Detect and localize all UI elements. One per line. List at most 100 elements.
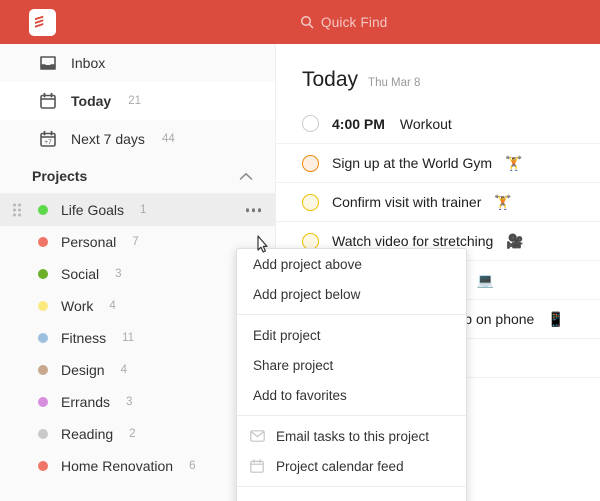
- task-row[interactable]: 4:00 PM Workout: [276, 104, 600, 143]
- project-item[interactable]: Reading 2: [0, 418, 275, 450]
- project-item[interactable]: Personal 7: [0, 226, 275, 258]
- task-emoji: 🏋: [494, 193, 512, 210]
- project-color-dot: [38, 461, 48, 471]
- menu-item-label: Email tasks to this project: [276, 428, 430, 444]
- project-item[interactable]: Design 4: [0, 354, 275, 386]
- page-title: Today Thu Mar 8: [276, 44, 600, 104]
- project-list: Life Goals 1 Personal 7 Social 3 Work 4 Fitness 1…: [0, 194, 275, 482]
- menu-item-label: Add project below: [253, 286, 361, 302]
- menu-separator: [237, 486, 466, 487]
- sidebar-item-today[interactable]: Today 21: [0, 82, 275, 120]
- sidebar-item-label: Next 7 days: [71, 131, 145, 147]
- project-count: 4: [109, 300, 116, 312]
- page-title-date: Thu Mar 8: [368, 77, 421, 89]
- project-color-dot: [38, 301, 48, 311]
- menu-item-label: Edit project: [253, 327, 321, 343]
- project-color-dot: [38, 269, 48, 279]
- task-checkbox[interactable]: [302, 115, 319, 132]
- calendar-plus-7-icon: +7: [38, 130, 57, 149]
- quick-find-label: Quick Find: [321, 14, 388, 30]
- sidebar-item-label: Today: [71, 93, 112, 109]
- envelope-icon: [249, 428, 265, 444]
- task-row[interactable]: Confirm visit with trainer 🏋: [276, 182, 600, 221]
- project-name: Fitness: [61, 330, 107, 346]
- sidebar-item-count: 21: [128, 95, 141, 107]
- project-item[interactable]: Work 4: [0, 290, 275, 322]
- sidebar-item-label: Inbox: [71, 55, 106, 71]
- sidebar: Inbox Today 21 +7 Next 7 days 44 Project…: [0, 44, 276, 501]
- menu-item[interactable]: Edit project: [237, 320, 466, 350]
- task-checkbox[interactable]: [302, 154, 319, 172]
- menu-item[interactable]: Project calendar feed: [237, 451, 466, 481]
- project-name: Reading: [61, 426, 114, 442]
- project-item[interactable]: Errands 3: [0, 386, 275, 418]
- project-item[interactable]: Life Goals 1: [0, 194, 275, 226]
- search-icon: [300, 15, 314, 29]
- project-name: Work: [61, 298, 94, 314]
- project-color-dot: [38, 237, 48, 247]
- project-name: Home Renovation: [61, 458, 174, 474]
- project-name: Life Goals: [61, 202, 125, 218]
- task-text: Sign up at the World Gym: [332, 155, 493, 171]
- projects-section-header[interactable]: Projects: [0, 158, 275, 194]
- project-color-dot: [38, 333, 48, 343]
- menu-item-label: Add to favorites: [253, 387, 347, 403]
- todoist-logo[interactable]: [29, 8, 56, 36]
- project-count: 1: [140, 204, 147, 216]
- menu-item[interactable]: Share project: [237, 350, 466, 380]
- mouse-cursor: [253, 234, 273, 263]
- menu-separator: [237, 415, 466, 416]
- project-count: 6: [189, 460, 196, 472]
- project-context-menu: Add project above Add project below Edit p…: [236, 248, 467, 501]
- task-text: Workout: [399, 115, 452, 132]
- task-text: Watch video for stretching: [332, 233, 494, 249]
- task-text: Confirm visit with trainer: [332, 194, 482, 210]
- project-name: Personal: [61, 234, 117, 250]
- project-count: 11: [122, 332, 135, 344]
- menu-item[interactable]: Add to favorites: [237, 380, 466, 410]
- menu-item[interactable]: Archive: [237, 492, 466, 501]
- project-count: 7: [132, 236, 139, 248]
- sidebar-item-next-7-days[interactable]: +7 Next 7 days 44: [0, 120, 275, 158]
- sidebar-item-count: 44: [161, 133, 175, 145]
- project-color-dot: [38, 365, 48, 375]
- inbox-icon: [38, 54, 57, 73]
- project-name: Design: [61, 362, 105, 378]
- quick-find-button[interactable]: Quick Find: [300, 0, 388, 44]
- task-emoji: 📱: [547, 310, 565, 327]
- task-emoji: 🏋: [505, 154, 523, 171]
- top-bar: Quick Find: [0, 0, 600, 44]
- project-color-dot: [38, 205, 48, 215]
- menu-item[interactable]: Add project below: [237, 279, 466, 309]
- project-color-dot: [38, 397, 48, 407]
- sidebar-item-inbox[interactable]: Inbox: [0, 44, 275, 82]
- todoist-logo-icon: [35, 15, 44, 28]
- task-emoji: 💻: [476, 271, 494, 288]
- project-item[interactable]: Fitness 11: [0, 322, 275, 354]
- task-emoji: 🎥: [506, 232, 524, 249]
- page-title-text: Today: [302, 68, 359, 91]
- task-checkbox[interactable]: [302, 193, 319, 211]
- calendar-icon: [249, 458, 265, 474]
- menu-item-label: Share project: [253, 357, 334, 373]
- project-item[interactable]: Social 3: [0, 258, 275, 290]
- task-checkbox[interactable]: [302, 232, 319, 250]
- project-count: 2: [129, 428, 136, 440]
- project-item[interactable]: Home Renovation 6: [0, 450, 275, 482]
- project-count: 4: [120, 364, 127, 376]
- task-row[interactable]: Sign up at the World Gym 🏋: [276, 143, 600, 182]
- chevron-up-icon[interactable]: [239, 168, 253, 184]
- menu-separator: [237, 314, 466, 315]
- project-more-options-button[interactable]: [245, 208, 261, 212]
- calendar-icon: [38, 92, 57, 111]
- project-count: 3: [115, 268, 122, 280]
- menu-item[interactable]: Email tasks to this project: [237, 421, 466, 451]
- menu-item-label: Project calendar feed: [276, 458, 404, 474]
- project-name: Errands: [61, 394, 111, 410]
- project-count: 3: [126, 396, 133, 408]
- projects-section-label: Projects: [32, 167, 88, 184]
- drag-handle[interactable]: [13, 203, 21, 217]
- project-name: Social: [61, 266, 100, 282]
- project-color-dot: [38, 429, 48, 439]
- task-time: 4:00 PM: [332, 115, 385, 132]
